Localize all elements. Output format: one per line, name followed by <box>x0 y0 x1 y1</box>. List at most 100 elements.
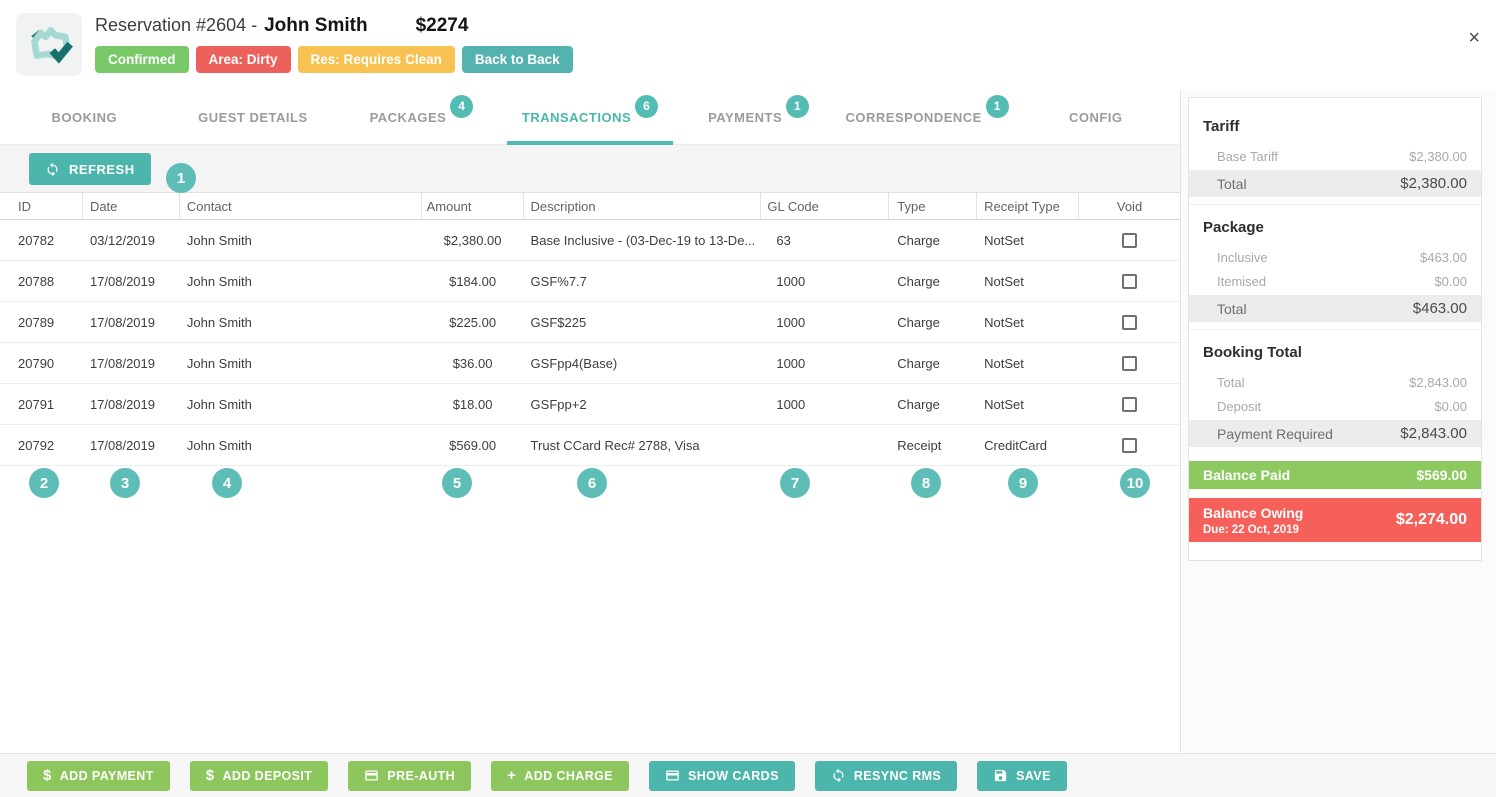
app-logo <box>16 13 82 76</box>
table-row[interactable]: 20792 17/08/2019 John Smith $569.00 Trus… <box>0 425 1180 466</box>
cell-date: 17/08/2019 <box>83 384 180 424</box>
total-label: Payment Required <box>1217 426 1333 442</box>
summary-row: Itemised $0.00 <box>1189 269 1481 293</box>
cell-type: Charge <box>889 343 977 383</box>
cell-id: 20782 <box>0 220 83 260</box>
dollar-icon: $ <box>43 768 52 783</box>
summary-label: Base Tariff <box>1217 149 1278 164</box>
summary-label: Inclusive <box>1217 250 1268 265</box>
credit-card-icon <box>665 768 680 783</box>
cell-gl-code: 63 <box>761 220 889 260</box>
save-button[interactable]: SAVE <box>977 761 1067 791</box>
tab-label: CORRESPONDENCE <box>846 110 982 125</box>
cell-type: Charge <box>889 220 977 260</box>
summary-row: Base Tariff $2,380.00 <box>1189 144 1481 168</box>
void-checkbox[interactable] <box>1122 315 1137 330</box>
summary-label: Itemised <box>1217 274 1266 289</box>
summary-value: $2,380.00 <box>1409 149 1467 164</box>
show-cards-button[interactable]: SHOW CARDS <box>649 761 795 791</box>
cell-amount: $184.00 <box>422 261 524 301</box>
tab-count-badge: 1 <box>786 95 809 118</box>
status-badge-requires-clean: Res: Requires Clean <box>298 46 455 73</box>
cell-contact: John Smith <box>180 425 422 465</box>
table-row[interactable]: 20788 17/08/2019 John Smith $184.00 GSF%… <box>0 261 1180 302</box>
tab-booking[interactable]: BOOKING <box>0 90 169 144</box>
cell-description: Trust CCard Rec# 2788, Visa <box>524 425 762 465</box>
summary-label: Deposit <box>1217 399 1261 414</box>
cell-void <box>1079 343 1180 383</box>
table-row[interactable]: 20790 17/08/2019 John Smith $36.00 GSFpp… <box>0 343 1180 384</box>
summary-card: Tariff Base Tariff $2,380.00 Total $2,38… <box>1188 97 1482 561</box>
section-title: Package <box>1189 213 1481 245</box>
add-payment-button[interactable]: $ ADD PAYMENT <box>27 761 170 791</box>
cell-amount: $18.00 <box>422 384 524 424</box>
cell-void <box>1079 302 1180 342</box>
column-header-contact: Contact <box>180 193 422 219</box>
tab-count-badge: 1 <box>986 95 1009 118</box>
tab-config[interactable]: CONFIG <box>1011 90 1180 144</box>
annotation-marker: 1 <box>166 163 196 193</box>
annotation-marker: 3 <box>110 468 140 498</box>
credit-card-icon <box>364 768 379 783</box>
column-header-date: Date <box>83 193 180 219</box>
balance-owing-left: Balance Owing Due: 22 Oct, 2019 <box>1203 505 1303 536</box>
cell-id: 20790 <box>0 343 83 383</box>
table-row[interactable]: 20789 17/08/2019 John Smith $225.00 GSF$… <box>0 302 1180 343</box>
tab-transactions[interactable]: TRANSACTIONS 6 <box>506 90 675 144</box>
reservation-amount: $2274 <box>416 15 469 37</box>
cell-gl-code: 1000 <box>761 302 889 342</box>
add-deposit-button[interactable]: $ ADD DEPOSIT <box>190 761 329 791</box>
refresh-button[interactable]: REFRESH <box>29 153 151 185</box>
tab-correspondence[interactable]: CORRESPONDENCE 1 <box>843 90 1012 144</box>
tab-guest-details[interactable]: GUEST DETAILS <box>169 90 338 144</box>
refresh-label: REFRESH <box>69 162 135 177</box>
column-header-type: Type <box>889 193 977 219</box>
window-header: Reservation #2604 - John Smith $2274 Con… <box>0 0 1496 90</box>
tab-label: PACKAGES <box>370 110 447 125</box>
refresh-icon <box>831 768 846 783</box>
void-checkbox[interactable] <box>1122 397 1137 412</box>
summary-value: $463.00 <box>1420 250 1467 265</box>
annotation-marker: 7 <box>780 468 810 498</box>
tab-count-badge: 6 <box>635 95 658 118</box>
cell-description: Base Inclusive - (03-Dec-19 to 13-De... <box>524 220 762 260</box>
summary-value: $0.00 <box>1434 399 1467 414</box>
pre-auth-button[interactable]: PRE-AUTH <box>348 761 471 791</box>
tab-payments[interactable]: PAYMENTS 1 <box>674 90 843 144</box>
cell-description: GSF%7.7 <box>524 261 762 301</box>
total-value: $2,843.00 <box>1400 425 1467 442</box>
cell-date: 17/08/2019 <box>83 343 180 383</box>
tab-count-badge: 4 <box>450 95 473 118</box>
add-charge-button[interactable]: + ADD CHARGE <box>491 761 629 791</box>
total-value: $2,380.00 <box>1400 175 1467 192</box>
balance-paid-label: Balance Paid <box>1203 467 1290 483</box>
column-header-id: ID <box>0 193 83 219</box>
table-row[interactable]: 20782 03/12/2019 John Smith $2,380.00 Ba… <box>0 220 1180 261</box>
button-label: ADD CHARGE <box>524 769 613 783</box>
cell-id: 20789 <box>0 302 83 342</box>
void-checkbox[interactable] <box>1122 356 1137 371</box>
button-label: SAVE <box>1016 769 1051 783</box>
total-label: Total <box>1217 301 1247 317</box>
cell-date: 17/08/2019 <box>83 261 180 301</box>
void-checkbox[interactable] <box>1122 438 1137 453</box>
balance-paid-value: $569.00 <box>1416 467 1467 483</box>
cell-contact: John Smith <box>180 261 422 301</box>
cell-receipt-type: CreditCard <box>977 425 1079 465</box>
reservation-number: Reservation #2604 - <box>95 15 257 36</box>
cell-void <box>1079 384 1180 424</box>
close-icon[interactable]: × <box>1468 28 1480 48</box>
tab-packages[interactable]: PACKAGES 4 <box>337 90 506 144</box>
void-checkbox[interactable] <box>1122 274 1137 289</box>
cell-type: Charge <box>889 302 977 342</box>
resync-rms-button[interactable]: RESYNC RMS <box>815 761 957 791</box>
cell-receipt-type: NotSet <box>977 220 1079 260</box>
tab-label: TRANSACTIONS <box>522 110 631 125</box>
column-header-amount: Amount <box>422 193 524 219</box>
table-row[interactable]: 20791 17/08/2019 John Smith $18.00 GSFpp… <box>0 384 1180 425</box>
void-checkbox[interactable] <box>1122 233 1137 248</box>
button-label: ADD PAYMENT <box>60 769 154 783</box>
cell-gl-code <box>761 425 889 465</box>
annotation-marker: 5 <box>442 468 472 498</box>
cell-date: 17/08/2019 <box>83 302 180 342</box>
